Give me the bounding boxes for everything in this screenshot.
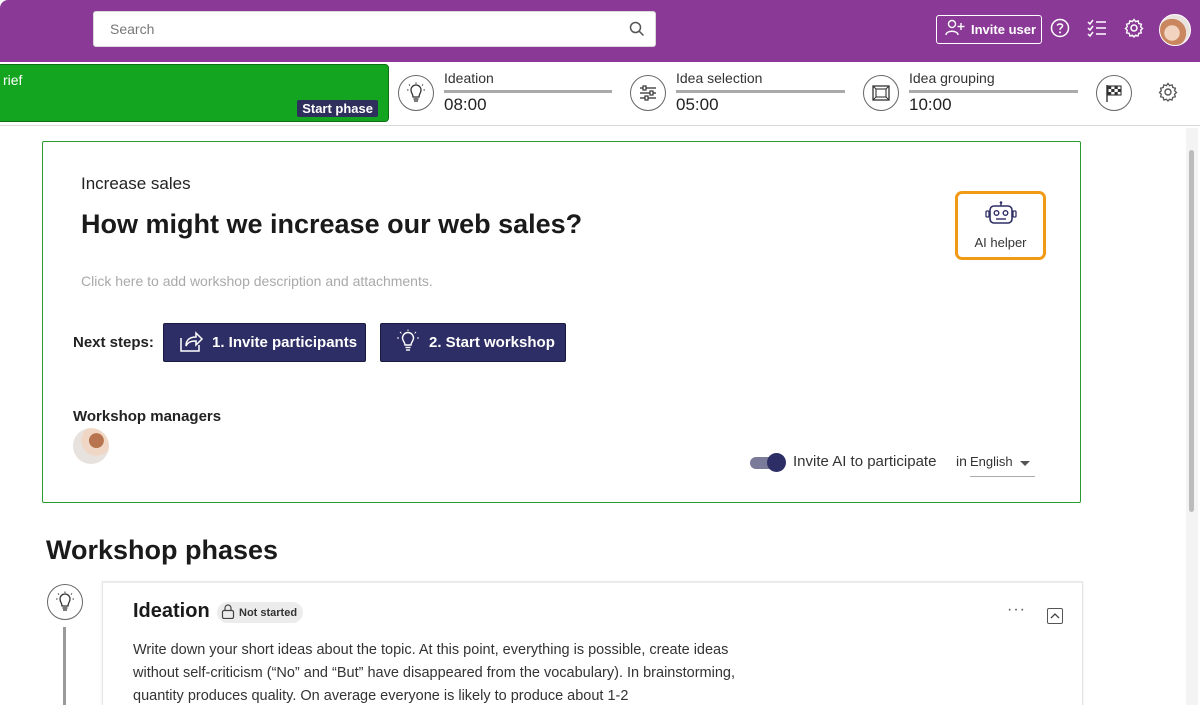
share-icon (178, 329, 204, 357)
robot-icon (984, 201, 1018, 232)
start-workshop-label: 2. Start workshop (429, 334, 555, 351)
manager-avatar[interactable] (73, 428, 109, 464)
phase-card-ideation: Ideation Not started ··· Write down your… (102, 581, 1083, 705)
help-icon[interactable] (1050, 18, 1070, 43)
lightbulb-icon (395, 329, 421, 357)
start-phase-button[interactable]: Start phase (297, 100, 378, 117)
chevron-up-icon (1050, 613, 1060, 619)
invite-ai-toggle[interactable] (750, 453, 786, 472)
phase-time: 08:00 (444, 95, 487, 114)
workshop-question[interactable]: How might we increase our web sales? (81, 209, 582, 240)
phase-name: Ideation (444, 70, 494, 86)
phase-card-title[interactable]: Ideation (133, 600, 210, 623)
workshop-phases-title: Workshop phases (46, 535, 279, 565)
grouping-frame-icon (863, 75, 899, 111)
workshop-managers-label: Workshop managers (73, 408, 222, 425)
status-label: Not started (239, 606, 298, 619)
invite-ai-label: Invite AI to participate (793, 453, 937, 470)
phase-idea-grouping[interactable]: Idea grouping 10:00 (863, 70, 1078, 120)
invite-participants-button[interactable]: 1. Invite participants (163, 323, 366, 362)
next-steps-label: Next steps: (73, 334, 154, 351)
collapse-button[interactable] (1047, 608, 1063, 624)
start-workshop-button[interactable]: 2. Start workshop (380, 323, 566, 362)
search-icon[interactable] (629, 21, 645, 42)
settings-gear-icon[interactable] (1124, 18, 1144, 43)
sliders-icon (630, 75, 666, 111)
phase-time: 10:00 (909, 95, 952, 114)
phase-progress-line (676, 90, 845, 93)
lightbulb-icon (47, 584, 83, 620)
add-user-icon (945, 19, 965, 40)
search-box[interactable] (93, 11, 656, 47)
language-prefix: in (956, 453, 967, 469)
scrollbar-thumb[interactable] (1189, 150, 1194, 512)
top-bar: Invite user (0, 0, 1200, 62)
workshop-description-placeholder[interactable]: Click here to add workshop description a… (81, 273, 433, 289)
phase-time: 05:00 (676, 95, 719, 114)
toggle-knob (767, 453, 786, 472)
phase-name: Idea selection (676, 70, 763, 86)
language-select[interactable]: English (970, 449, 1035, 477)
phase-name: Idea grouping (909, 70, 995, 86)
lightbulb-icon (398, 75, 434, 111)
phase-bar: rief Start phase Ideation 08:00 Idea sel… (0, 62, 1200, 126)
ai-helper-label: AI helper (974, 235, 1027, 250)
workshop-card: Increase sales How might we increase our… (42, 141, 1081, 503)
phase-settings-gear-icon[interactable] (1158, 82, 1178, 107)
phase-ideation[interactable]: Ideation 08:00 (398, 70, 613, 120)
user-avatar[interactable] (1159, 14, 1191, 46)
status-badge: Not started (217, 602, 304, 623)
lock-icon (221, 603, 235, 622)
more-options-button[interactable]: ··· (1007, 601, 1026, 619)
invite-participants-label: 1. Invite participants (212, 334, 358, 351)
brief-phase-block[interactable]: rief Start phase (0, 64, 389, 122)
language-value: English (970, 454, 1013, 469)
phase-progress-line (909, 90, 1078, 93)
timeline-line (63, 627, 66, 705)
invite-user-button[interactable]: Invite user (936, 15, 1042, 44)
phase-idea-selection[interactable]: Idea selection 05:00 (630, 70, 845, 120)
checklist-icon[interactable] (1087, 18, 1107, 43)
phase-description: Write down your short ideas about the to… (133, 642, 735, 704)
ai-helper-button[interactable]: AI helper (955, 191, 1046, 260)
caret-down-icon (1020, 461, 1030, 466)
invite-user-label: Invite user (971, 22, 1037, 37)
search-input[interactable] (94, 12, 594, 46)
phase-progress-line (444, 90, 612, 93)
finish-flag-icon[interactable] (1096, 75, 1132, 111)
brief-title: rief (3, 72, 23, 88)
workshop-subtitle[interactable]: Increase sales (81, 174, 191, 194)
